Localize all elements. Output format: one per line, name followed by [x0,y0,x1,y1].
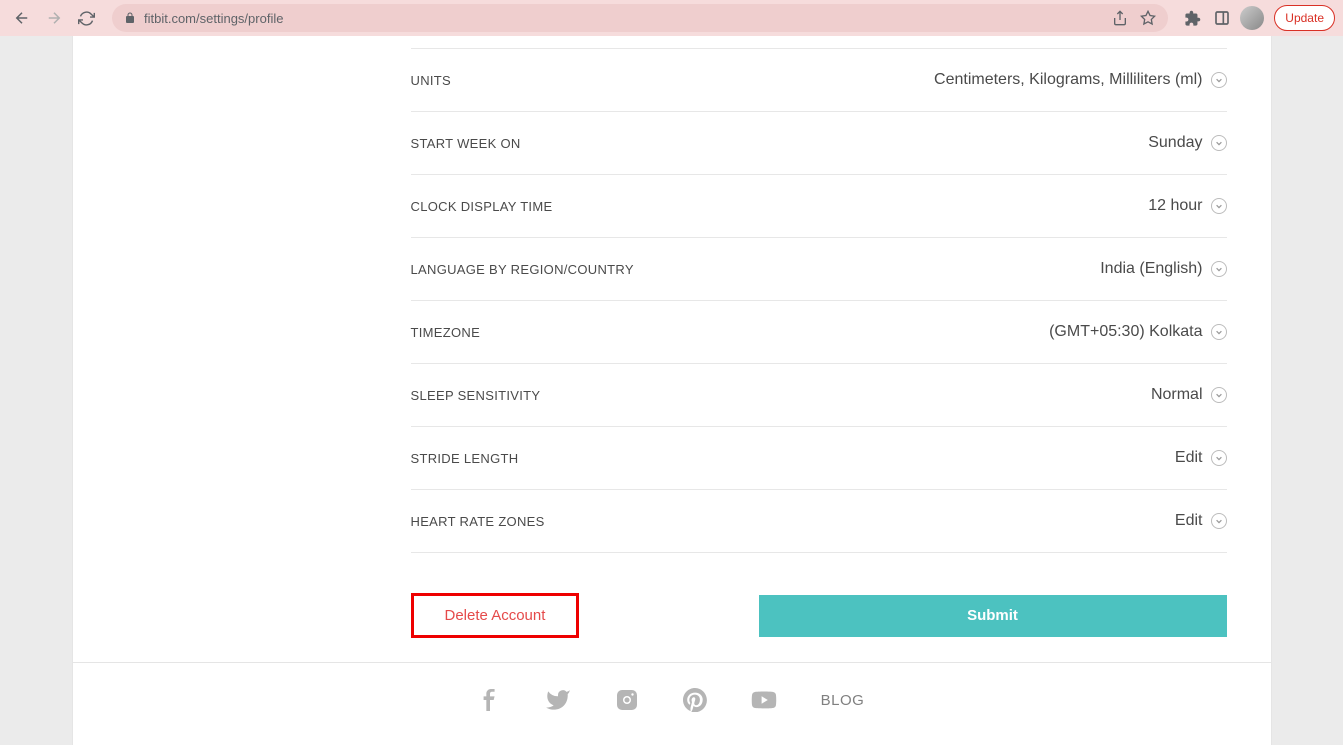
facebook-icon[interactable] [479,687,501,713]
setting-value-text: Centimeters, Kilograms, Milliliters (ml) [934,71,1202,89]
sidebar [73,36,373,662]
setting-value[interactable]: Centimeters, Kilograms, Milliliters (ml) [934,71,1226,89]
profile-avatar[interactable] [1240,6,1264,30]
setting-label: CLOCK DISPLAY TIME [411,199,553,214]
setting-value-text: India (English) [1100,260,1202,278]
setting-label: UNITS [411,73,452,88]
instagram-icon[interactable] [615,688,639,712]
setting-value[interactable]: Edit [1175,512,1227,530]
setting-row-units[interactable]: UNITS Centimeters, Kilograms, Milliliters… [411,49,1227,112]
lock-icon [124,12,136,24]
pinterest-icon[interactable] [683,688,707,712]
page-container: UNITS Centimeters, Kilograms, Milliliters… [72,36,1272,662]
footer: BLOG [72,662,1272,745]
setting-row-sleep-sensitivity[interactable]: SLEEP SENSITIVITY Normal [411,364,1227,427]
browser-toolbar: fitbit.com/settings/profile Update [0,0,1343,36]
actions-row: Delete Account Submit [411,553,1227,662]
setting-value-text: Normal [1151,386,1203,404]
chevron-down-icon [1211,387,1227,403]
setting-label: SLEEP SENSITIVITY [411,388,541,403]
chevron-down-icon [1211,450,1227,466]
blog-link[interactable]: BLOG [821,692,865,709]
setting-value-text: Edit [1175,512,1203,530]
setting-value-text: Sunday [1148,134,1202,152]
setting-value[interactable]: (GMT+05:30) Kolkata [1049,323,1226,341]
setting-value[interactable]: India (English) [1100,260,1226,278]
setting-label: TIMEZONE [411,325,481,340]
setting-row-language-by-region-country[interactable]: LANGUAGE BY REGION/COUNTRY India (English… [411,238,1227,301]
twitter-icon[interactable] [545,687,571,713]
extensions-icon[interactable] [1180,6,1204,30]
star-icon[interactable] [1140,10,1156,26]
delete-highlight: Delete Account [411,593,580,638]
setting-label: START WEEK ON [411,136,521,151]
setting-row-timezone[interactable]: TIMEZONE (GMT+05:30) Kolkata [411,301,1227,364]
setting-row-clock-display-time[interactable]: CLOCK DISPLAY TIME 12 hour [411,175,1227,238]
setting-value[interactable]: Sunday [1148,134,1226,152]
submit-button[interactable]: Submit [759,595,1227,637]
update-button[interactable]: Update [1274,5,1335,31]
chevron-down-icon [1211,324,1227,340]
setting-row-start-week-on[interactable]: START WEEK ON Sunday [411,112,1227,175]
forward-button[interactable] [40,4,68,32]
settings-main: UNITS Centimeters, Kilograms, Milliliters… [373,36,1271,662]
share-icon[interactable] [1112,10,1128,26]
panel-icon[interactable] [1210,6,1234,30]
setting-label: HEART RATE ZONES [411,514,545,529]
chevron-down-icon [1211,513,1227,529]
setting-row-stride-length[interactable]: STRIDE LENGTH Edit [411,427,1227,490]
chevron-down-icon [1211,72,1227,88]
setting-value[interactable]: Edit [1175,449,1227,467]
setting-value-text: 12 hour [1148,197,1202,215]
reload-button[interactable] [72,4,100,32]
toolbar-right: Update [1180,5,1335,31]
chevron-down-icon [1211,198,1227,214]
chevron-down-icon [1211,261,1227,277]
setting-value-text: Edit [1175,449,1203,467]
chevron-down-icon [1211,135,1227,151]
delete-account-button[interactable]: Delete Account [415,597,576,634]
url-text: fitbit.com/settings/profile [144,11,1112,26]
youtube-icon[interactable] [751,687,777,713]
back-button[interactable] [8,4,36,32]
setting-value[interactable]: Normal [1151,386,1227,404]
setting-value-text: (GMT+05:30) Kolkata [1049,323,1202,341]
setting-row-heart-rate-zones[interactable]: HEART RATE ZONES Edit [411,490,1227,553]
setting-label: LANGUAGE BY REGION/COUNTRY [411,262,634,277]
address-bar[interactable]: fitbit.com/settings/profile [112,4,1168,32]
setting-label: STRIDE LENGTH [411,451,519,466]
setting-value[interactable]: 12 hour [1148,197,1226,215]
